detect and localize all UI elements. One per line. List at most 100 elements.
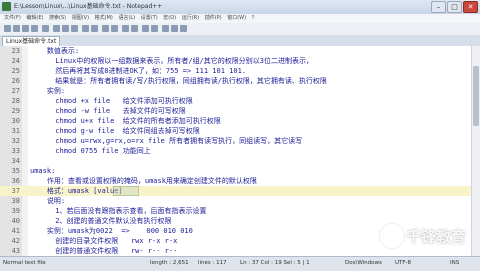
- line-text: 说明:: [30, 197, 66, 205]
- find-icon[interactable]: [102, 25, 109, 32]
- line-number: 36: [11, 177, 20, 185]
- line-text: 作用：查看或设置权限的掩码，umask用来确定创建文件的默认权限: [30, 177, 257, 185]
- code-line: 35 umask:: [0, 166, 480, 176]
- line-number: 23: [11, 47, 20, 55]
- menu-plugins[interactable]: 插件(P): [205, 15, 222, 21]
- undo-icon[interactable]: [82, 25, 89, 32]
- line-number: 43: [11, 247, 20, 255]
- menu-edit[interactable]: 编辑(E): [26, 15, 43, 21]
- watermark-logo: 千锋教育: [380, 222, 472, 248]
- line-number: 25: [11, 67, 20, 75]
- status-eol: Dos\Windows: [345, 260, 382, 266]
- code-line: 25 然后再将其写成8进制进OK了，如：755 => 111 101 101.: [0, 66, 480, 76]
- line-number: 40: [11, 217, 20, 225]
- menu-format[interactable]: 格式(M): [95, 15, 113, 21]
- menu-search[interactable]: 搜索(S): [49, 15, 66, 21]
- cut-icon[interactable]: [53, 25, 60, 32]
- code-line: 24 Linux中的权限以一组数据来表示，所有者/组/其它的权限分别以3位二进制…: [0, 56, 480, 66]
- status-length: length : 2,651: [150, 260, 189, 266]
- line-text: chmod -w file 去掉文件的可写权限: [30, 107, 186, 115]
- zoom-out-icon[interactable]: [131, 25, 138, 32]
- menu-help[interactable]: ?: [252, 15, 255, 21]
- save-all-icon[interactable]: [31, 25, 38, 32]
- line-number: 33: [11, 147, 20, 155]
- watermark-circle-icon: [380, 224, 404, 248]
- replace-icon[interactable]: [111, 25, 118, 32]
- menu-file[interactable]: 文件(F): [4, 15, 21, 21]
- menu-window[interactable]: 窗口(W): [227, 15, 246, 21]
- line-number: 42: [11, 237, 20, 245]
- line-text: chmod 0755 file 功能同上: [30, 147, 151, 155]
- code-line: 30 chmod u+x file 给文件的所有者添加可执行权限: [0, 116, 480, 126]
- play-macro-icon[interactable]: [180, 25, 187, 32]
- line-number: 41: [11, 227, 20, 235]
- code-line: 33 chmod 0755 file 功能同上: [0, 146, 480, 156]
- status-filetype: Normal text file: [3, 260, 46, 266]
- code-line: 36 作用：查看或设置权限的掩码，umask用来确定创建文件的默认权限: [0, 176, 480, 186]
- notepad-app-icon: [2, 2, 11, 11]
- line-text: chmod g-w file 给文件同组去掉可写权限: [30, 127, 200, 135]
- watermark-text: 千锋教育: [406, 228, 467, 246]
- scrollbar-thumb[interactable]: [473, 66, 479, 126]
- line-text: umask:: [30, 167, 56, 175]
- code-line: 32 chmod u=rwx,g=rx,o=rx file 所有者拥有读写执行，…: [0, 136, 480, 146]
- line-number: 35: [11, 167, 20, 175]
- zoom-in-icon[interactable]: [122, 25, 129, 32]
- line-number: 31: [11, 127, 20, 135]
- code-line: 27 实例:: [0, 86, 480, 96]
- open-file-icon[interactable]: [13, 25, 20, 32]
- title-bar: E:\Lesson\Linux\...\Linux基础命令.txt - Note…: [0, 0, 480, 14]
- line-number: 37: [11, 187, 20, 195]
- paste-icon[interactable]: [71, 25, 78, 32]
- line-number: 39: [11, 207, 20, 215]
- record-macro-icon[interactable]: [162, 25, 169, 32]
- minimize-button[interactable]: –: [431, 1, 446, 13]
- text-selection: [113, 186, 139, 196]
- code-line: 23 数值表示:: [0, 46, 480, 56]
- save-icon[interactable]: [22, 25, 29, 32]
- maximize-button[interactable]: □: [447, 1, 462, 13]
- line-number: 38: [11, 197, 20, 205]
- indent-guide-icon[interactable]: [151, 25, 158, 32]
- line-text: chmod +x file 给文件添加可执行权限: [30, 97, 193, 105]
- line-text: chmod u=rwx,g=rx,o=rx file 所有者拥有读写执行，同组读…: [30, 137, 303, 145]
- menu-settings[interactable]: 设置(T): [141, 15, 158, 21]
- status-bar: Normal text file length : 2,651 lines : …: [0, 256, 480, 271]
- line-number: 29: [11, 107, 20, 115]
- line-text: 然后再将其写成8进制进OK了，如：755 => 111 101 101.: [30, 67, 247, 75]
- code-line: 26 结果就是：所有者拥有读/写/执行权限，同组拥有读/执行权限，其它拥有读、执…: [0, 76, 480, 86]
- window-title: E:\Lesson\Linux\...\Linux基础命令.txt - Note…: [14, 3, 163, 10]
- wrap-icon[interactable]: [142, 25, 149, 32]
- line-text: 创建的普通文件权限 rw- r-- r--: [30, 247, 178, 255]
- status-mode: INS: [450, 260, 460, 266]
- close-button[interactable]: ✕: [463, 1, 478, 13]
- menu-language[interactable]: 语言(L): [118, 15, 135, 21]
- code-line: 28 chmod +x file 给文件添加可执行权限: [0, 96, 480, 106]
- menu-macro[interactable]: 宏(O): [163, 15, 176, 21]
- vertical-scrollbar[interactable]: [471, 46, 480, 256]
- line-text: 实例：umask为0022 => 000 010 010: [30, 227, 193, 235]
- print-icon[interactable]: [42, 25, 49, 32]
- status-encoding: UTF-8: [395, 260, 412, 266]
- code-line: 39 1、若后面没有跟指表示查看，后面有指表示设置: [0, 206, 480, 216]
- copy-icon[interactable]: [62, 25, 69, 32]
- line-number: 30: [11, 117, 20, 125]
- line-number: 24: [11, 57, 20, 65]
- code-line: 38 说明:: [0, 196, 480, 206]
- redo-icon[interactable]: [91, 25, 98, 32]
- line-text: 数值表示:: [30, 47, 80, 55]
- line-number: 28: [11, 97, 20, 105]
- line-number: 27: [11, 87, 20, 95]
- code-line: 34: [0, 156, 480, 166]
- line-number: 26: [11, 77, 20, 85]
- line-text: 实例:: [30, 87, 66, 95]
- line-number: 34: [11, 157, 20, 165]
- new-file-icon[interactable]: [4, 25, 11, 32]
- line-text: chmod u+x file 给文件的所有者添加可执行权限: [30, 117, 221, 125]
- stop-macro-icon[interactable]: [171, 25, 178, 32]
- line-text: 结果就是：所有者拥有读/写/执行权限，同组拥有读/执行权限，其它拥有读、执行权限: [30, 77, 327, 85]
- window-controls: – □ ✕: [431, 1, 478, 13]
- menu-run[interactable]: 运行(R): [182, 15, 199, 21]
- code-line: 31 chmod g-w file 给文件同组去掉可写权限: [0, 126, 480, 136]
- menu-view[interactable]: 视图(V): [72, 15, 89, 21]
